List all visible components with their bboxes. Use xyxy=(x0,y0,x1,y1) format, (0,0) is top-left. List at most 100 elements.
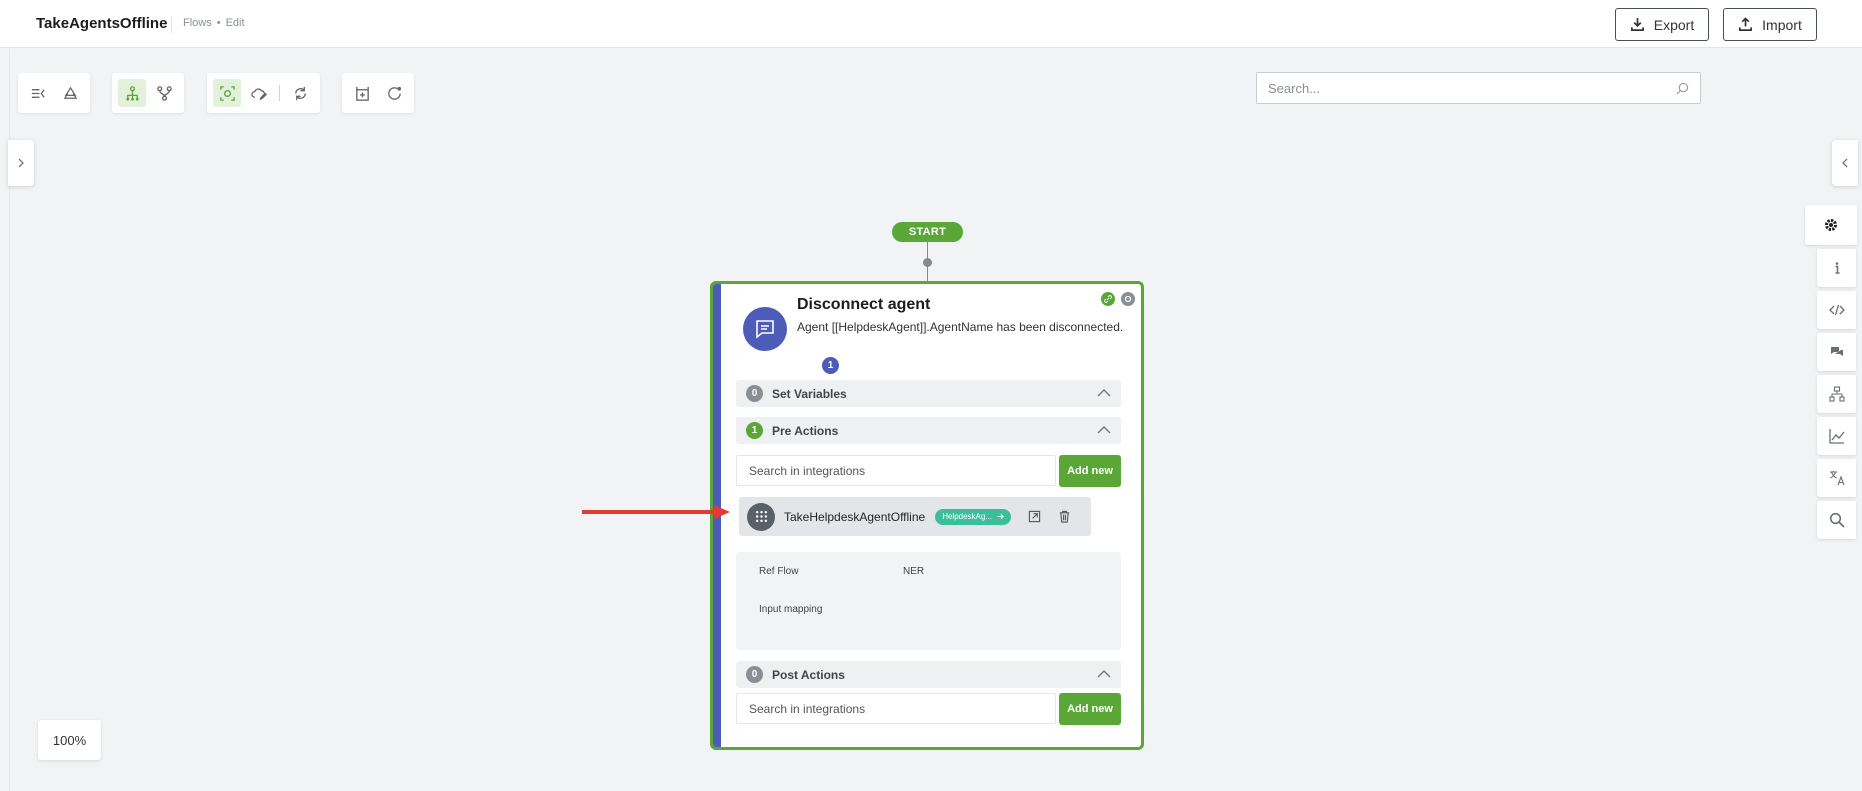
tree-button[interactable] xyxy=(1817,375,1856,413)
pre-actions-search[interactable] xyxy=(736,455,1056,486)
breadcrumb-edit: Edit xyxy=(225,17,245,29)
input-mapping-label: Input mapping xyxy=(759,604,823,615)
search-panel-button[interactable] xyxy=(1817,501,1856,539)
open-integration-button[interactable] xyxy=(1025,508,1043,526)
grid-dots-icon xyxy=(755,510,767,523)
recycle-button[interactable] xyxy=(56,79,84,107)
chat-bubble-icon xyxy=(756,320,774,339)
focus-node-icon xyxy=(219,85,235,101)
breadcrumb: Flows • Edit xyxy=(171,17,245,33)
export-label: Export xyxy=(1653,16,1695,33)
focus-node-button[interactable] xyxy=(213,79,241,107)
pre-actions-add-button[interactable]: Add new xyxy=(1059,455,1121,487)
link-icon xyxy=(1104,295,1112,303)
analytics-button[interactable] xyxy=(1817,417,1856,455)
section-post-actions[interactable]: 0 Post Actions xyxy=(736,661,1121,688)
search-input[interactable] xyxy=(1268,80,1676,96)
tree-icon xyxy=(1828,386,1845,402)
integration-search-input[interactable] xyxy=(749,463,1055,478)
section-set-variables[interactable]: 0 Set Variables xyxy=(736,380,1121,407)
integration-tag[interactable]: HelpdeskAg... xyxy=(935,508,1012,525)
ref-flow-value: NER xyxy=(903,566,925,577)
external-link-icon xyxy=(1028,510,1040,523)
integration-tag-label: HelpdeskAg... xyxy=(942,512,993,521)
chevron-up-icon xyxy=(1097,670,1111,678)
fork-button[interactable] xyxy=(150,79,178,107)
collapse-list-icon xyxy=(31,88,45,98)
pre-actions-label: Pre Actions xyxy=(772,423,839,438)
code-button[interactable] xyxy=(1817,291,1856,329)
ref-flow-label: Ref Flow xyxy=(759,566,799,577)
search-icon xyxy=(1676,82,1689,94)
top-bar: TakeAgentsOffline Flows • Edit Export Impo… xyxy=(0,0,1862,48)
toolbar-divider xyxy=(279,85,280,101)
refresh-button[interactable] xyxy=(286,79,314,107)
integration-details: Ref Flow NER Input mapping xyxy=(736,552,1121,650)
post-actions-add-button[interactable]: Add new xyxy=(1059,693,1121,725)
pre-actions-count: 1 xyxy=(746,422,763,439)
toolbar-group-layout xyxy=(112,73,184,113)
post-actions-count: 0 xyxy=(746,666,763,683)
add-node-icon xyxy=(355,86,369,101)
node-settings-button[interactable] xyxy=(1121,292,1135,306)
flow-node-disconnect-agent[interactable]: Disconnect agent Agent [[HelpdeskAgent]]… xyxy=(710,281,1144,750)
node-description: Agent [[HelpdeskAgent]].AgentName has be… xyxy=(797,320,1124,334)
reset-button[interactable] xyxy=(380,79,408,107)
translate-button[interactable] xyxy=(1817,459,1856,497)
arrow-right-icon xyxy=(997,513,1004,520)
upload-icon xyxy=(1739,17,1753,31)
set-variables-count: 0 xyxy=(746,385,763,402)
left-panel-toggle[interactable] xyxy=(8,140,34,186)
connector-dot[interactable] xyxy=(923,258,932,267)
chevron-left-icon xyxy=(1842,158,1848,168)
search-icon xyxy=(1829,512,1845,528)
delete-integration-button[interactable] xyxy=(1055,508,1073,526)
integration-search-input[interactable] xyxy=(749,701,1055,716)
node-title: Disconnect agent xyxy=(797,296,931,313)
add-node-button[interactable] xyxy=(348,79,376,107)
cloud-edit-button[interactable] xyxy=(245,79,273,107)
integration-item[interactable]: TakeHelpdeskAgentOffline HelpdeskAg... xyxy=(739,497,1091,536)
message-node-icon xyxy=(743,307,787,351)
gear-icon xyxy=(1124,295,1132,303)
info-icon xyxy=(1835,262,1839,274)
translate-icon xyxy=(1829,471,1845,486)
chat-icon xyxy=(1830,347,1843,356)
fork-icon xyxy=(156,85,172,101)
export-button[interactable]: Export xyxy=(1615,8,1709,41)
page-title: TakeAgentsOffline xyxy=(36,15,168,32)
import-button[interactable]: Import xyxy=(1723,8,1817,41)
toolbar-group-nodes xyxy=(342,73,414,113)
chart-icon xyxy=(1828,429,1844,444)
gear-icon xyxy=(1825,219,1837,231)
right-tool-panel xyxy=(1805,205,1862,543)
canvas-search[interactable] xyxy=(1256,72,1701,104)
chevron-right-icon xyxy=(18,158,24,168)
toolbar-group-view xyxy=(18,73,90,113)
collapse-list-button[interactable] xyxy=(24,79,52,107)
import-label: Import xyxy=(1762,16,1802,33)
post-actions-label: Post Actions xyxy=(772,667,845,682)
chat-button[interactable] xyxy=(1817,333,1856,371)
cloud-edit-icon xyxy=(250,87,267,100)
chevron-up-icon xyxy=(1097,389,1111,397)
right-panel-toggle[interactable] xyxy=(1832,140,1858,186)
start-node[interactable]: START xyxy=(892,222,963,242)
breadcrumb-flows[interactable]: Flows xyxy=(183,17,212,29)
post-actions-search[interactable] xyxy=(736,693,1056,724)
node-link-button[interactable] xyxy=(1101,292,1115,306)
settings-button[interactable] xyxy=(1805,205,1857,245)
tree-layout-button[interactable] xyxy=(118,79,146,107)
reset-icon xyxy=(387,86,401,100)
drag-handle-icon[interactable] xyxy=(747,502,775,531)
message-count-badge: 1 xyxy=(822,357,839,374)
set-variables-label: Set Variables xyxy=(772,386,847,401)
integration-name: TakeHelpdeskAgentOffline xyxy=(784,509,926,524)
download-icon xyxy=(1630,17,1644,31)
info-button[interactable] xyxy=(1817,249,1856,287)
zoom-level[interactable]: 100% xyxy=(38,720,101,760)
annotation-arrow xyxy=(582,505,730,519)
chevron-up-icon xyxy=(1097,426,1111,434)
section-pre-actions[interactable]: 1 Pre Actions xyxy=(736,417,1121,444)
code-icon xyxy=(1828,304,1845,316)
